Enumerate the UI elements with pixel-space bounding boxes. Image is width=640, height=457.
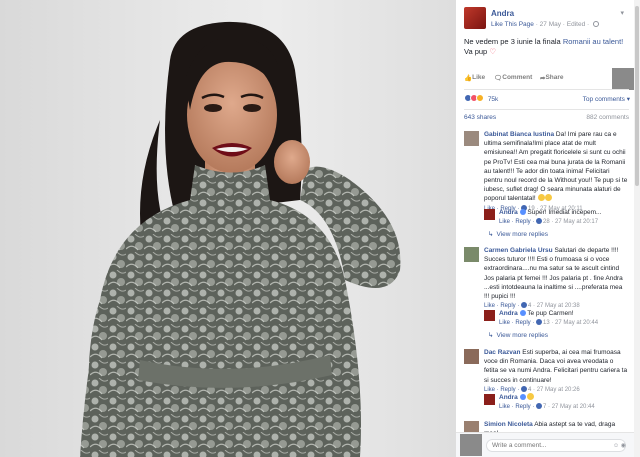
- comment-author[interactable]: Gabinat Bianca Iustina: [484, 131, 554, 138]
- avatar[interactable]: [464, 247, 479, 262]
- comment-composer: ☺ ◉: [456, 432, 634, 457]
- post-actions: 👍 Like 🗨 Comment ➦ Share: [464, 74, 629, 86]
- comment-text: Da! Imi pare rau ca e ultima semifinala!…: [484, 131, 628, 203]
- wow-reaction-icon[interactable]: [476, 94, 484, 102]
- comment-button[interactable]: 🗨 Comment: [494, 74, 532, 82]
- like-label: Like: [472, 74, 486, 81]
- page-avatar[interactable]: [464, 7, 486, 29]
- view-more-replies[interactable]: View more replies: [488, 331, 548, 339]
- comment-likes[interactable]: 13: [543, 320, 550, 326]
- photo-illustration: [80, 21, 401, 457]
- like-icon: [536, 319, 543, 326]
- like-page-link[interactable]: Like This Page: [491, 21, 534, 28]
- post-text-after: Va pup: [464, 47, 488, 56]
- comment-author[interactable]: Dac Razvan: [484, 349, 521, 356]
- comment-footer: Like · Reply · 28 · 27 May at 20:17: [499, 218, 629, 227]
- divider: [464, 109, 629, 110]
- comment-author[interactable]: Andra: [499, 394, 518, 401]
- share-button[interactable]: ➦ Share: [540, 74, 564, 82]
- comment-body: Carmen Gabriela Ursu Salutari de departe…: [484, 246, 629, 311]
- comment-label: Comment: [502, 74, 533, 81]
- share-label: Share: [545, 74, 564, 81]
- comments-count[interactable]: 882 comments: [586, 114, 629, 121]
- composer-icons: ☺ ◉: [613, 442, 626, 449]
- divider: [464, 89, 629, 90]
- comment-like-reply[interactable]: Like · Reply ·: [484, 387, 521, 393]
- comment-body: Andra Te pup Carmen! Like · Reply · 13 ·…: [499, 309, 629, 328]
- comment-like-reply[interactable]: Like · Reply ·: [499, 219, 536, 225]
- emoji-picker-icon[interactable]: ☺: [613, 443, 619, 449]
- post-text: Ne vedem pe 3 iunie la finala Romanii au…: [464, 37, 629, 57]
- emoji-icon: [537, 194, 545, 202]
- comment-body: Andra Super! Imediat incepem... Like · R…: [499, 208, 629, 227]
- comment-text: Te pup Carmen!: [525, 310, 574, 317]
- comment-body: Dac Razvan Esti superba, ai cea mai frum…: [484, 348, 629, 395]
- globe-icon: [592, 21, 599, 27]
- chevron-down-icon[interactable]: ▾: [620, 9, 624, 17]
- post-header: Andra Like This Page · 27 May · Edited ·…: [464, 7, 624, 33]
- avatar[interactable]: [464, 131, 479, 146]
- reactions-row: 75k Top comments ▾: [464, 94, 634, 106]
- like-button[interactable]: 👍 Like: [464, 74, 485, 82]
- like-icon: [521, 302, 528, 309]
- comment-author[interactable]: Andra: [499, 209, 518, 216]
- avatar[interactable]: [484, 310, 495, 321]
- comment-text: Super! Imediat incepem...: [525, 209, 602, 216]
- post-meta: Like This Page · 27 May · Edited ·: [491, 21, 599, 28]
- comment-author[interactable]: Andra: [499, 310, 518, 317]
- comment-date[interactable]: · 27 May at 20:44: [550, 320, 598, 326]
- scroll-thumb[interactable]: [635, 6, 639, 186]
- shares-count[interactable]: 643 shares: [464, 114, 496, 121]
- emoji-icon: [544, 194, 552, 202]
- avatar[interactable]: [484, 394, 495, 405]
- top-comments-dropdown[interactable]: Top comments ▾: [583, 95, 630, 103]
- page-name-link[interactable]: Andra: [491, 9, 514, 18]
- post-side-panel: Andra Like This Page · 27 May · Edited ·…: [456, 0, 640, 457]
- like-icon: [536, 218, 543, 225]
- comment-date[interactable]: · 27 May at 20:44: [546, 404, 595, 410]
- comment-footer: Like · Reply · 13 · 27 May at 20:44: [499, 319, 629, 328]
- comment-footer: Like · Reply · 7 · 27 May at 20:44: [499, 403, 629, 412]
- comment-likes[interactable]: 28: [543, 219, 550, 225]
- post-stats: 643 shares 882 comments: [464, 114, 629, 121]
- emoji-icon: [527, 393, 535, 400]
- scrollbar[interactable]: [634, 0, 640, 457]
- post-tag-link[interactable]: Romanii au talent!: [563, 37, 623, 46]
- comment-date[interactable]: · 27 May at 20:26: [531, 387, 580, 393]
- comment-author[interactable]: Carmen Gabriela Ursu: [484, 247, 553, 254]
- redacted-box: [612, 68, 634, 90]
- comment-input[interactable]: [486, 439, 626, 452]
- comment-body: Andra Like · Reply · 7 · 27 May at 20:44: [499, 393, 629, 412]
- viewer: Andra Like This Page · 27 May · Edited ·…: [0, 0, 640, 457]
- heart-emoji: ♡: [489, 47, 497, 56]
- avatar: [460, 434, 482, 456]
- post-photo[interactable]: [0, 0, 456, 457]
- comment-like-reply[interactable]: Like · Reply ·: [499, 320, 536, 326]
- like-icon: [521, 385, 528, 392]
- like-icon: [536, 403, 543, 410]
- avatar[interactable]: [484, 209, 495, 220]
- comment-text: Salutari de departe !!!! Succes tuturor …: [484, 247, 623, 301]
- camera-icon[interactable]: ◉: [621, 443, 626, 449]
- post-date[interactable]: · 27 May · Edited ·: [536, 21, 589, 28]
- reaction-count[interactable]: 75k: [488, 96, 498, 103]
- verified-icon: [519, 394, 526, 400]
- comment-date[interactable]: · 27 May at 20:17: [550, 219, 598, 225]
- comment-body: Gabinat Bianca Iustina Da! Imi pare rau …: [484, 130, 629, 214]
- avatar[interactable]: [464, 349, 479, 364]
- view-more-replies[interactable]: View more replies: [488, 230, 548, 238]
- post-text-before: Ne vedem pe 3 iunie la finala: [464, 37, 563, 46]
- comment-like-reply[interactable]: Like · Reply ·: [499, 404, 536, 410]
- comment-author[interactable]: Simion Nicoleta: [484, 421, 533, 428]
